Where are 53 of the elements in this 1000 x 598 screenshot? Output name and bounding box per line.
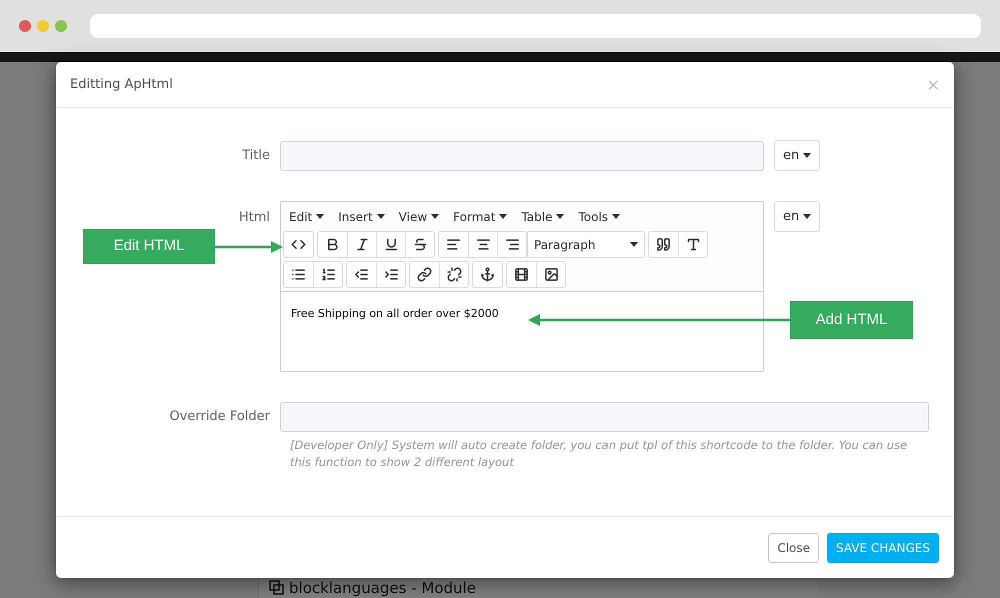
caret-icon: [376, 214, 385, 219]
editor-menu[interactable]: Format: [453, 208, 508, 226]
caret-icon: [803, 153, 812, 158]
caret-icon: [316, 214, 324, 219]
field-label: Override Folder: [168, 408, 271, 426]
numbered-list-icon: [320, 267, 336, 282]
dialog-title: Editting ApHtml: [70, 76, 173, 94]
caret-icon: [612, 214, 620, 219]
code-icon: [291, 237, 306, 252]
caret-icon: [803, 214, 812, 219]
italic-icon: [354, 237, 370, 252]
strikethrough-icon: [412, 237, 428, 252]
link-icon: [417, 267, 432, 282]
block-format-select[interactable]: Paragraph: [527, 231, 645, 258]
text-color-icon: [686, 237, 700, 252]
override-folder-field[interactable]: [280, 402, 929, 432]
close-window-icon[interactable]: [19, 20, 31, 32]
callout-label: Add HTML: [790, 301, 913, 339]
title-field[interactable]: [280, 140, 764, 170]
quote-icon: [656, 237, 671, 252]
align-center-icon: [476, 237, 490, 252]
arrow-icon: [215, 240, 283, 252]
editor-menu[interactable]: Insert: [338, 208, 385, 226]
callout-label: Edit HTML: [83, 229, 215, 264]
unlink-icon: [446, 267, 462, 282]
anchor-icon: [480, 267, 495, 282]
caret-icon: [630, 242, 638, 247]
caret-icon: [431, 214, 440, 219]
align-right-icon: [504, 237, 520, 252]
module-label: blocklanguages - Module: [289, 580, 476, 596]
image-icon: [544, 267, 558, 282]
language-dropdown[interactable]: en: [774, 201, 820, 232]
underline-icon: [384, 237, 398, 252]
field-label: Title: [241, 146, 271, 165]
film-icon: [514, 267, 529, 282]
indent-icon: [384, 267, 398, 282]
module-icon: [269, 580, 285, 596]
bullet-list-icon: [291, 267, 306, 282]
caret-icon: [556, 214, 564, 219]
bold-icon: [325, 237, 340, 252]
arrow-icon: [528, 314, 790, 326]
editor-menu[interactable]: Table: [521, 208, 564, 226]
field-label: Html: [238, 209, 271, 227]
caret-icon: [499, 214, 508, 219]
editor-menu[interactable]: View: [398, 208, 440, 226]
editor-content: Free Shipping on all order over $2000: [291, 307, 499, 320]
editor-menu[interactable]: Edit: [289, 208, 324, 226]
outdent-icon: [354, 267, 369, 282]
align-left-icon: [446, 237, 461, 252]
language-dropdown[interactable]: en: [774, 140, 820, 171]
editor-menu[interactable]: Tools: [578, 208, 620, 226]
close-dialog-button[interactable]: Close: [768, 532, 820, 562]
help-text: [Developer Only] System will auto create folder, you can put tpl of this shortcode to the folder. You can use this function to show 2 different layout: [290, 437, 908, 471]
